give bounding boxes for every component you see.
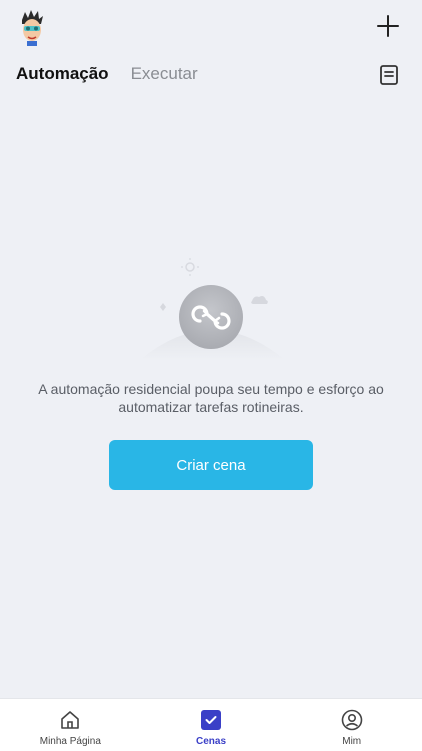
tab-mim[interactable]: Mim <box>281 699 422 751</box>
user-avatar-icon <box>22 10 43 46</box>
empty-state-message: A automação residencial poupa seu tempo … <box>38 381 384 415</box>
tab-minha-pagina[interactable]: Minha Página <box>0 699 141 751</box>
home-icon <box>61 711 80 729</box>
plus-icon <box>377 15 399 37</box>
user-circle-icon <box>341 709 362 731</box>
tab-executar[interactable]: Executar <box>131 64 198 84</box>
empty-state-illustration <box>140 255 285 365</box>
tab-label: Mim <box>342 736 362 747</box>
top-tabs: Automação Executar <box>16 64 198 88</box>
add-button[interactable] <box>376 14 400 38</box>
log-button[interactable] <box>378 64 400 86</box>
tab-cenas[interactable]: Cenas <box>141 699 282 751</box>
cloud-icon <box>251 296 268 304</box>
tab-label: Minha Página <box>39 736 101 747</box>
create-scene-button[interactable]: Criar cena <box>109 440 313 490</box>
tab-label: Cenas <box>196 736 227 747</box>
check-square-icon <box>201 710 221 730</box>
avatar[interactable] <box>18 10 46 46</box>
document-log-icon <box>380 65 398 85</box>
bottom-tab-bar: Minha Página Cenas Mim <box>0 698 422 751</box>
tab-automacao[interactable]: Automação <box>16 64 109 84</box>
sun-icon <box>185 262 195 272</box>
